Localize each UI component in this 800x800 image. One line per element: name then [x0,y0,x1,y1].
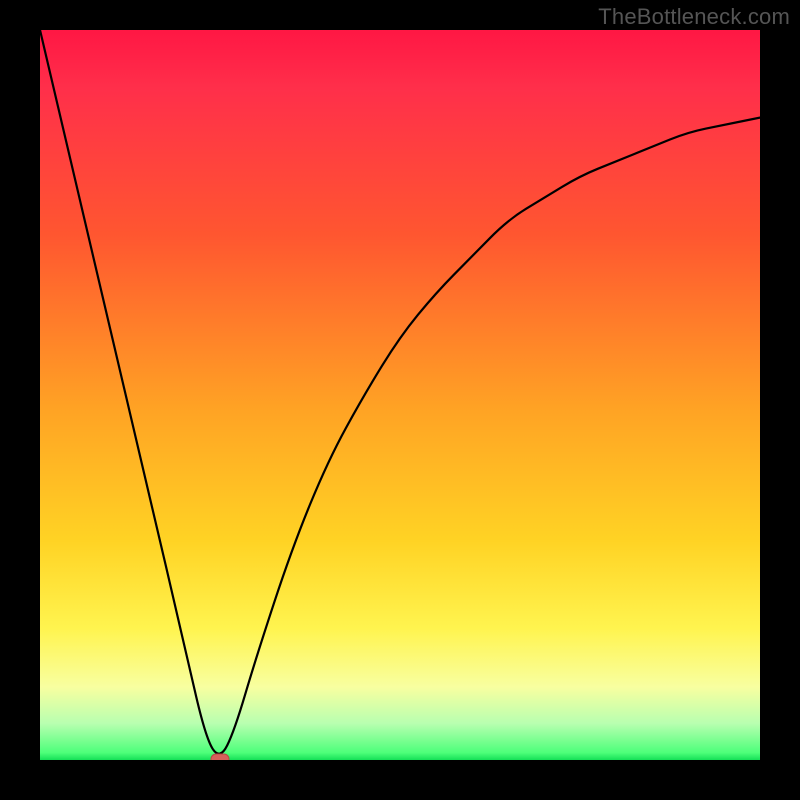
attribution-label: TheBottleneck.com [598,4,790,30]
bottleneck-curve [40,30,760,754]
minimum-marker [211,754,229,760]
plot-area [40,30,760,760]
chart-frame: TheBottleneck.com [0,0,800,800]
chart-svg [40,30,760,760]
